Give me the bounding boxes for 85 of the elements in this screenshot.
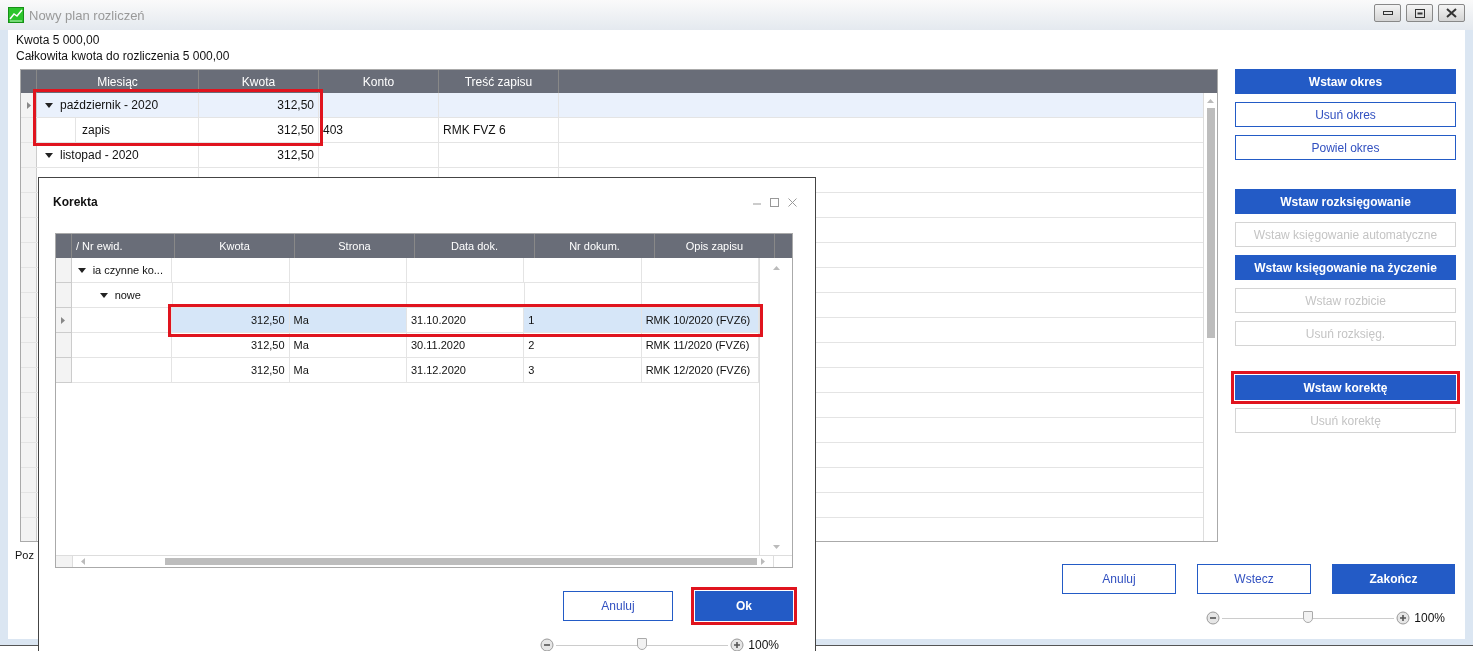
button[interactable]: Anuluj [1062,564,1176,594]
button[interactable]: Powiel okres [1235,135,1456,160]
button[interactable]: Wstecz [1197,564,1311,594]
zoom-level: 100% [1414,611,1445,625]
table-cell: 3 [528,364,535,376]
summary-text: Całkowita kwota do rozliczenia 5 000,00 [16,48,231,64]
column-header[interactable]: Kwota [175,234,295,258]
row-header [21,143,37,167]
scroll-up-icon [1207,99,1214,103]
minimize-icon [1382,11,1393,15]
table-cell: 31.12.2020 [410,364,466,376]
row-header [56,358,72,383]
app-chart-icon [8,7,24,23]
table-cell: 312,50 [250,364,285,376]
table-cell: RMK 11/2020 (FVZ6) [645,339,750,351]
table-cell: 1 [528,314,535,326]
column-header[interactable]: Data dok. [415,234,535,258]
close-button[interactable] [1438,4,1465,22]
slider-thumb[interactable] [1303,611,1314,623]
collapse-triangle-icon[interactable] [45,152,53,158]
close-icon [1446,8,1457,18]
table-cell: 30.11.2020 [410,339,466,351]
maximize-icon [770,197,779,207]
scroll-down-icon [772,545,780,549]
tree-item[interactable]: zapis [82,123,110,137]
zoom-in-icon [730,638,745,651]
zoom-out-icon [1206,611,1221,625]
column-header[interactable]: Nr dokum. [535,234,655,258]
row-header [56,258,72,283]
button[interactable]: Zakończ [1332,564,1455,594]
table-cell: 312,50 [277,123,314,137]
status-text: Poz [15,548,34,562]
table-cell: Ma [293,339,309,351]
table-cell: Ma [293,314,309,326]
table-cell: 403 [323,123,344,137]
zoom-slider[interactable] [556,638,729,651]
vertical-scrollbar[interactable] [1203,93,1217,541]
table-cell: RMK FVZ 6 [443,123,506,137]
zoom-out-icon [540,638,555,651]
button[interactable]: Wstaw okres [1235,69,1456,94]
scroll-left-icon [81,558,85,565]
scrollbar-thumb[interactable] [1206,108,1215,338]
row-pointer-icon [26,101,31,109]
table-cell: 2 [528,339,535,351]
table-cell: 312,50 [250,314,285,326]
table-cell: RMK 10/2020 (FVZ6) [645,314,751,326]
tree-item[interactable]: listopad - 2020 [60,148,139,162]
slider-thumb[interactable] [637,638,648,650]
maximize-button[interactable] [1406,4,1433,22]
row-pointer-icon [61,316,66,324]
table-cell: 31.10.2020 [410,314,466,326]
scrollbar-corner [56,556,73,567]
maximize-icon [1414,8,1425,18]
column-header[interactable]: Strona [295,234,415,258]
table-cell: 312,50 [250,339,285,351]
minimize-icon [753,202,761,205]
zoom-level: 100% [748,638,779,651]
dialog-title: Korekta [53,195,99,209]
button[interactable]: Wstaw rozksięgowanie [1235,189,1456,214]
tree-item[interactable]: październik - 2020 [60,98,159,112]
column-header[interactable]: Opis zapisu [655,234,775,258]
scroll-right-icon [761,558,765,565]
collapse-triangle-icon[interactable] [99,292,108,298]
button[interactable]: Ok [695,591,793,621]
summary-text: Kwota 5 000,00 [16,32,101,48]
collapse-triangle-icon[interactable] [77,267,86,273]
table-cell: RMK 12/2020 (FVZ6) [645,364,751,376]
column-header[interactable]: / Nr ewid. [72,234,175,258]
button[interactable]: Wstaw korektę [1235,375,1456,400]
button[interactable]: Usuń okres [1235,102,1456,127]
minimize-button[interactable] [1374,4,1401,22]
tree-item[interactable]: nowe [114,289,141,301]
table-cell: Ma [293,364,309,376]
scroll-up-icon [772,266,780,270]
table-cell: 312,50 [277,98,314,112]
scrollbar-thumb[interactable] [165,558,757,565]
horizontal-scrollbar[interactable] [56,555,792,567]
button[interactable]: Wstaw księgowanie na życzenie [1235,255,1456,280]
tree-item[interactable]: ia czynne ko... [92,264,163,276]
table-cell: 312,50 [277,148,314,162]
zoom-in-icon [1396,611,1411,625]
button[interactable]: Anuluj [563,591,673,621]
window-title: Nowy plan rozliczeń [29,7,146,23]
collapse-triangle-icon[interactable] [45,102,53,108]
close-icon [788,197,797,207]
